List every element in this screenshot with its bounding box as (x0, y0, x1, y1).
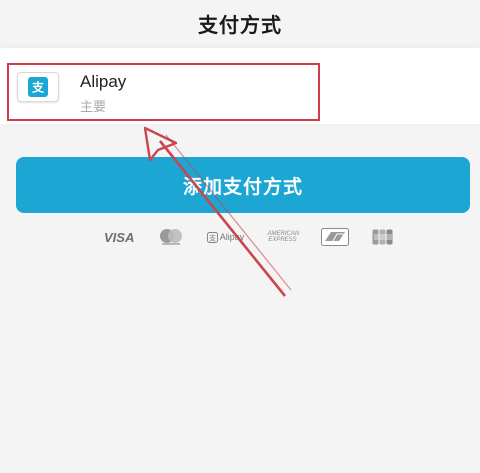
svg-text:支: 支 (209, 233, 216, 242)
header: 支付方式 (0, 0, 480, 46)
annotation-highlight-box (7, 63, 320, 121)
card-icon (320, 228, 349, 246)
add-payment-method-button[interactable]: 添加支付方式 (16, 157, 470, 213)
alipay-logo: 支 Alipay (206, 231, 245, 243)
card-logos: VISA 支 Alipay AMERICAN EXPRESS (104, 226, 394, 248)
page-title: 支付方式 (198, 12, 282, 37)
amex-logo: AMERICAN EXPRESS (267, 231, 300, 243)
mastercard-icon (158, 228, 184, 246)
jcb-icon (372, 229, 394, 245)
visa-logo: VISA (104, 229, 135, 245)
